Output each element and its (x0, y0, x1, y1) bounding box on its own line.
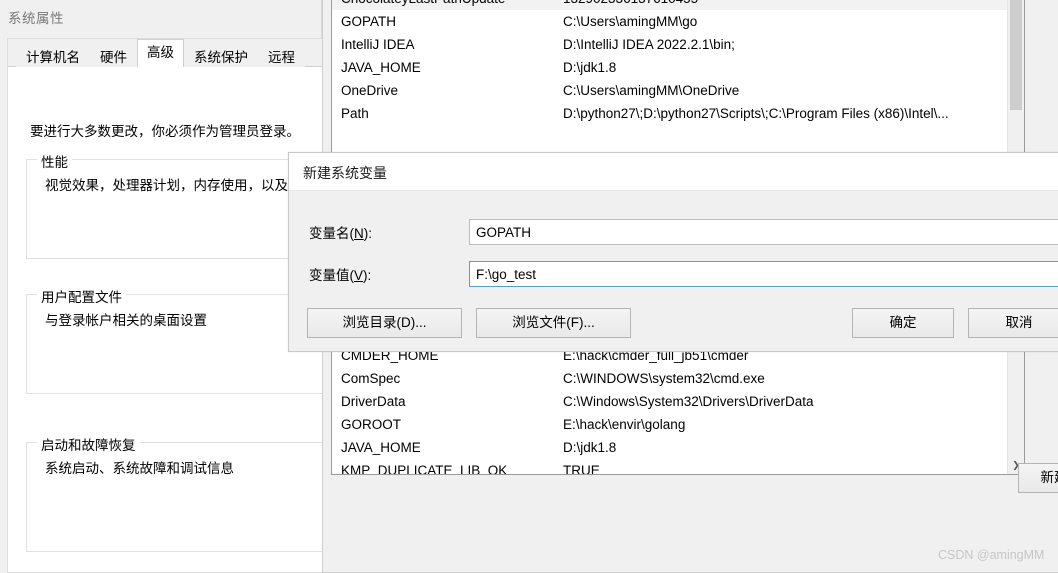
dialog-title: 新建系统变量 (303, 165, 387, 181)
variable-value-cell: D:\IntelliJ IDEA 2022.2.1\bin; (563, 37, 735, 52)
table-row[interactable]: ComSpec C:\WINDOWS\system32\cmd.exe (332, 367, 1024, 390)
group-user-profiles-legend: 用户配置文件 (37, 286, 126, 306)
variable-name-cell: ComSpec (341, 371, 401, 386)
variable-value-label: 变量值(V): (309, 268, 372, 283)
new-system-variable-dialog: 新建系统变量 × 变量名(N): 变量值(V): 浏览目录(D)... 浏览文件… (288, 152, 1058, 352)
variable-name-cell: KMP_DUPLICATE_LIB_OK (341, 463, 508, 475)
table-row[interactable]: GOROOT E:\hack\envir\golang (332, 413, 1024, 436)
system-variables-listbox[interactable]: CMDER_HOME E:\hack\cmder_full_jb51\cmder C… (331, 343, 1025, 475)
table-row[interactable]: Path D:\python27\;D:\python27\Scripts\;C:… (332, 102, 1024, 125)
new-system-variable-button[interactable]: 新建(W)... (1018, 463, 1058, 493)
table-row[interactable]: OneDrive C:\Users\amingMM\OneDrive (332, 79, 1024, 102)
dialog-titlebar: 新建系统变量 × (289, 153, 1058, 191)
variable-value-input[interactable] (469, 261, 1058, 287)
system-properties-window: 系统属性 计算机名 硬件 高级 系统保护 远程 要进行大多数更改，你必须作为管理… (0, 0, 407, 573)
variable-name-cell: OneDrive (341, 83, 399, 98)
variable-value-cell: C:\WINDOWS\system32\cmd.exe (563, 371, 765, 386)
variable-name-input[interactable] (469, 219, 1058, 245)
table-row[interactable]: IntelliJ IDEA D:\IntelliJ IDEA 2022.2.1\b… (332, 33, 1024, 56)
variable-name-cell: Path (341, 106, 369, 121)
user-variables-scrollbar[interactable] (1007, 0, 1024, 158)
system-variables-scrollbar[interactable]: ❯ (1007, 344, 1024, 474)
table-row[interactable]: GOPATH C:\Users\amingMM\go (332, 10, 1024, 33)
variable-name-cell: JAVA_HOME (341, 60, 421, 75)
table-row[interactable]: ChocolateyLastPathUpdate1329023361376104… (332, 0, 1024, 10)
table-row[interactable]: KMP_DUPLICATE_LIB_OK TRUE (332, 459, 1024, 475)
user-variables-rows: ChocolateyLastPathUpdate1329023361376104… (332, 0, 1024, 125)
variable-name-label: 变量名(N): (309, 226, 372, 241)
watermark: CSDN @amingMM (938, 548, 1045, 562)
cancel-button[interactable]: 取消 (968, 308, 1058, 338)
variable-value-cell: C:\Users\amingMM\OneDrive (563, 83, 740, 98)
variable-value-cell: TRUE (563, 463, 600, 475)
variable-name-cell: DriverData (341, 394, 406, 409)
group-performance-legend: 性能 (37, 151, 72, 171)
ok-button[interactable]: 确定 (852, 308, 954, 338)
tab-system-protection[interactable]: 系统保护 (184, 45, 258, 69)
group-startup-recovery-legend: 启动和故障恢复 (37, 434, 140, 454)
user-variables-listbox[interactable]: 变量 值 ChocolateyLastPathUpdate13290233613… (331, 0, 1025, 159)
table-row[interactable]: DriverData C:\Windows\System32\Drivers\Dr… (332, 390, 1024, 413)
screenshot-root: 系统属性 计算机名 硬件 高级 系统保护 远程 要进行大多数更改，你必须作为管理… (0, 0, 1058, 573)
system-properties-title: 系统属性 (8, 11, 64, 26)
tab-remote[interactable]: 远程 (258, 45, 305, 69)
variable-value-cell: D:\python27\;D:\python27\Scripts\;C:\Pro… (563, 106, 949, 121)
variable-value-row: 变量值(V): (309, 261, 1058, 287)
group-startup-recovery-description: 系统启动、系统故障和调试信息 (45, 461, 234, 476)
variable-value-cell: C:\Windows\System32\Drivers\DriverData (563, 394, 814, 409)
table-row[interactable]: JAVA_HOME D:\jdk1.8 (332, 436, 1024, 459)
variable-name-row: 变量名(N): (309, 219, 1058, 245)
browse-directory-button[interactable]: 浏览目录(D)... (307, 308, 462, 338)
tab-strip: 计算机名 硬件 高级 系统保护 远程 (8, 39, 337, 69)
group-user-profiles-description: 与登录帐户相关的桌面设置 (45, 313, 207, 328)
variable-value-cell: E:\hack\envir\golang (563, 417, 686, 432)
variable-name-cell: IntelliJ IDEA (341, 37, 415, 52)
variable-value-cell: 132902336137610455 (554, 0, 1024, 10)
close-icon[interactable]: × (1051, 159, 1058, 183)
variable-name-cell: JAVA_HOME (341, 440, 421, 455)
system-variables-button-row: 新建(W)... 编辑(I)... 删除(L) (1018, 463, 1058, 493)
variable-name-cell: GOPATH (341, 14, 397, 29)
dialog-browse-buttons: 浏览目录(D)... 浏览文件(F)... (307, 308, 631, 338)
variable-value-cell: C:\Users\amingMM\go (563, 14, 698, 29)
dialog-confirm-buttons: 确定 取消 (852, 308, 1058, 338)
variable-value-cell: D:\jdk1.8 (563, 440, 617, 455)
browse-file-button[interactable]: 浏览文件(F)... (476, 308, 631, 338)
group-performance-description: 视觉效果，处理器计划，内存使用，以及 (45, 178, 288, 193)
tab-advanced[interactable]: 高级 (137, 39, 184, 67)
tab-hardware[interactable]: 硬件 (90, 45, 137, 69)
table-row[interactable]: JAVA_HOME D:\jdk1.8 (332, 56, 1024, 79)
variable-value-cell: D:\jdk1.8 (563, 60, 617, 75)
variable-name-cell: GOROOT (341, 417, 401, 432)
user-variables-scroll-thumb[interactable] (1010, 0, 1022, 110)
admin-login-note: 要进行大多数更改，你必须作为管理员登录。 (30, 124, 300, 139)
system-variables-rows: CMDER_HOME E:\hack\cmder_full_jb51\cmder C… (332, 344, 1024, 475)
variable-name-cell: ChocolateyLastPathUpdate (332, 0, 554, 10)
tab-computer-name[interactable]: 计算机名 (16, 45, 90, 69)
